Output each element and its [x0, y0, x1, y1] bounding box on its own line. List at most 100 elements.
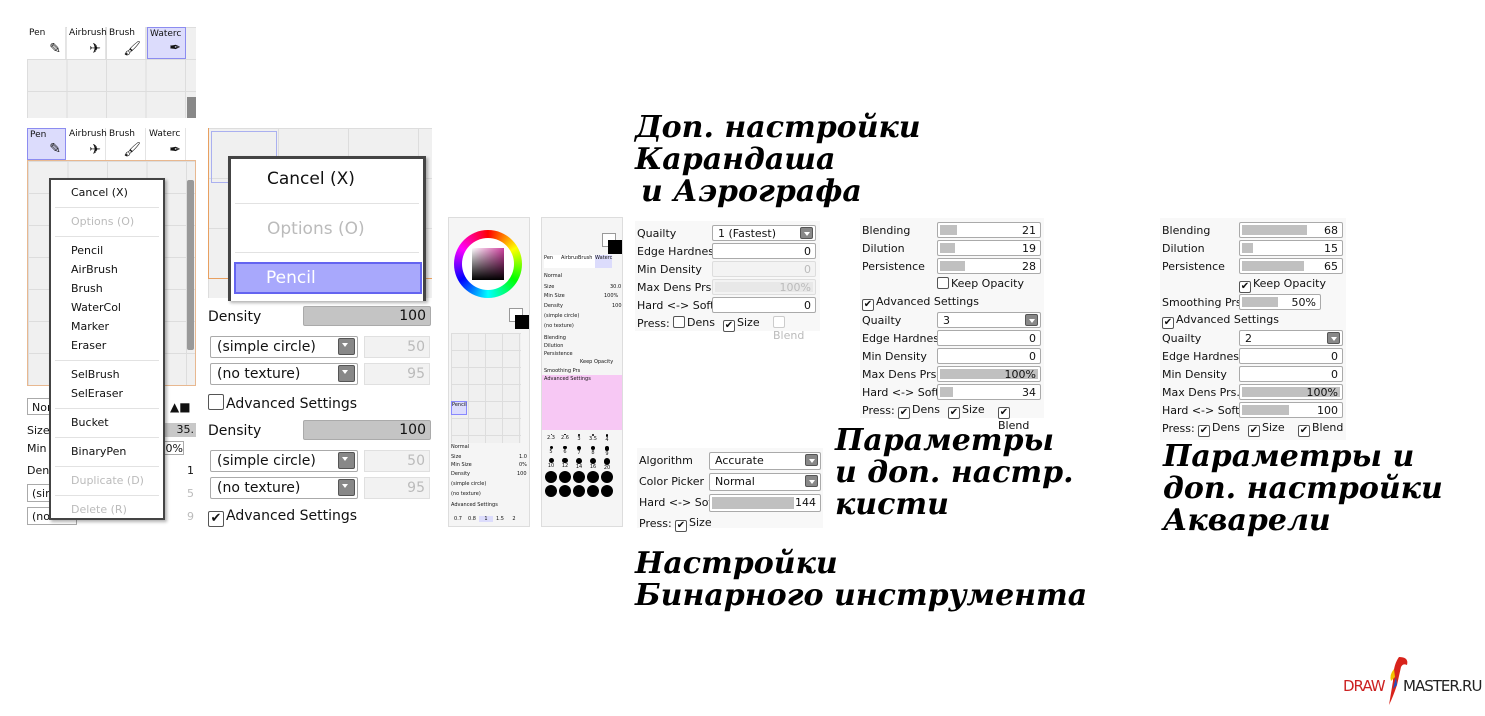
menu-item-marker[interactable]: Marker — [71, 320, 109, 333]
menu-item-pencil[interactable]: Pencil — [71, 244, 103, 257]
tool-airbrush[interactable]: Airbrush ✈ — [67, 128, 107, 160]
checkbox[interactable]: ✔ — [862, 299, 874, 311]
edge-hardness-slider[interactable]: 0 — [1239, 348, 1343, 364]
checkbox[interactable]: ✔ — [1162, 317, 1174, 329]
quailty-select[interactable]: 1 (Fastest) — [712, 225, 816, 241]
max-dens-prs-slider[interactable]: 100% — [1239, 384, 1343, 400]
dropdown-arrow-icon[interactable] — [805, 475, 818, 487]
dilution-slider[interactable]: 19 — [937, 240, 1041, 256]
thumb2-tool[interactable]: Waterc — [595, 255, 612, 268]
shape-value-field[interactable]: 50 — [364, 336, 430, 358]
tool-pen[interactable]: Pen ✎ — [27, 27, 66, 59]
dropdown-arrow-icon[interactable] — [800, 227, 813, 239]
menu-item-airbrush[interactable]: AirBrush — [71, 263, 118, 276]
thumb2-tool[interactable]: Brush — [578, 255, 595, 268]
texture-value[interactable]: 9 — [187, 510, 194, 523]
quailty-select[interactable]: 2 — [1239, 330, 1343, 346]
checkbox[interactable]: ✔ — [1248, 425, 1260, 437]
scrollbar[interactable] — [187, 180, 194, 350]
brush-size-cell[interactable]: 16 — [586, 457, 600, 470]
tool-pen[interactable]: Pen ✎ — [27, 128, 66, 160]
tool-airbrush[interactable]: Airbrush ✈ — [67, 27, 107, 59]
density-slider[interactable]: 100 — [303, 420, 431, 440]
smoothing-prs-slider[interactable]: 50% — [1239, 294, 1321, 310]
brush-size-cell[interactable]: 0.7 — [451, 516, 465, 522]
brush-size-cell[interactable]: 10 — [544, 457, 558, 469]
keep-opacity-checkbox[interactable]: Keep Opacity — [937, 277, 1024, 290]
brush-size-cell[interactable]: 5 — [544, 445, 558, 457]
press-size-checkbox[interactable]: ✔ Size — [1248, 421, 1285, 437]
menu-item-watercol[interactable]: WaterCol — [71, 301, 121, 314]
min-density-slider[interactable]: 0 — [1239, 366, 1343, 382]
density-value[interactable]: 1 — [187, 464, 194, 477]
checkbox[interactable]: ✔ — [998, 407, 1010, 419]
persistence-slider[interactable]: 28 — [937, 258, 1041, 274]
color-picker-select[interactable]: Normal — [709, 473, 821, 491]
brush-size-cell[interactable]: 12 — [558, 457, 572, 469]
blending-slider[interactable]: 68 — [1239, 222, 1343, 238]
checkbox[interactable]: ✔ — [1239, 281, 1251, 293]
brush-size-cell[interactable]: 4 — [600, 433, 614, 445]
press-dens-checkbox[interactable]: ✔ Dens — [898, 403, 940, 419]
brush-size-cell[interactable]: 20 — [600, 457, 614, 471]
checkbox[interactable] — [937, 277, 949, 289]
shape-select[interactable]: (simple circle) — [210, 336, 358, 358]
checkbox[interactable] — [673, 316, 685, 328]
dropdown-arrow-icon[interactable] — [1327, 332, 1340, 344]
algorithm-select[interactable]: Accurate — [709, 452, 821, 470]
texture-select[interactable]: (no texture) — [210, 363, 358, 385]
thumb2-mode[interactable]: Normal — [544, 273, 562, 279]
menu-item-bucket[interactable]: Bucket — [71, 416, 109, 429]
quailty-select[interactable]: 3 — [937, 312, 1041, 328]
max-dens-prs-slider[interactable]: 100% — [937, 366, 1041, 382]
dropdown-arrow-icon[interactable] — [1025, 314, 1038, 326]
tool-waterc[interactable]: Waterc ✒ — [147, 27, 186, 59]
drawmaster-logo[interactable]: DRAW MASTER.RU — [1343, 655, 1482, 710]
tool-brush[interactable]: Brush 🖌 — [107, 27, 146, 59]
hard-soft-slider[interactable]: 100 — [1239, 402, 1343, 418]
brush-size-cell[interactable]: 7 — [572, 445, 586, 457]
menu-item-brush[interactable]: Brush — [71, 282, 103, 295]
saturation-square[interactable] — [472, 248, 504, 280]
checkbox[interactable]: ✔ — [1198, 425, 1210, 437]
size-value[interactable]: 35. — [164, 423, 196, 437]
shape-select[interactable]: (simple circle) — [210, 450, 358, 472]
brush-size-cell[interactable]: 1.5 — [493, 516, 507, 522]
brush-size-cell[interactable]: 3.5 — [586, 433, 600, 445]
brush-size-cell[interactable]: 2.3 — [544, 433, 558, 445]
brush-size-cell[interactable]: 2.6 — [558, 433, 572, 445]
brush-size-cell[interactable]: 6 — [558, 445, 572, 457]
dropdown-arrow-icon[interactable] — [338, 479, 355, 496]
dropdown-arrow-icon[interactable] — [338, 365, 355, 382]
brush-size-cell[interactable]: 0.8 — [465, 516, 479, 522]
press-blend-checkbox[interactable]: ✔Blend — [1298, 421, 1343, 437]
texture-value-field[interactable]: 95 — [364, 363, 430, 385]
checkbox[interactable]: ✔ — [723, 320, 735, 332]
texture-select[interactable]: (no texture) — [210, 477, 358, 499]
menu-item-selbrush[interactable]: SelBrush — [71, 368, 120, 381]
advanced-settings-checkbox[interactable]: Advanced Settings — [208, 394, 357, 412]
tool-waterc[interactable]: Waterc ✒ — [147, 128, 186, 160]
press-blend-checkbox[interactable]: ✔Blend — [998, 403, 1042, 432]
brush-size-cell[interactable]: 14 — [572, 457, 586, 470]
press-dens-checkbox[interactable]: Dens — [673, 316, 715, 329]
thumb2-tool[interactable]: Airbrush — [561, 255, 582, 268]
persistence-slider[interactable]: 65 — [1239, 258, 1343, 274]
density-slider[interactable]: 100 — [303, 306, 431, 326]
checkbox[interactable]: ✔ — [1298, 425, 1310, 437]
menu-item-binarypen[interactable]: BinaryPen — [71, 445, 126, 458]
texture-value-field[interactable]: 95 — [364, 477, 430, 499]
thumb-pencil-tool[interactable]: Pencil — [451, 401, 467, 415]
thumb2-tool[interactable]: Pen — [544, 255, 561, 268]
edge-hardness-slider[interactable]: 0 — [937, 330, 1041, 346]
menu-item-seleraser[interactable]: SelEraser — [71, 387, 123, 400]
checkbox[interactable] — [208, 394, 224, 410]
brush-size-cell[interactable]: 8 — [586, 445, 600, 457]
menu-item-cancel[interactable]: Cancel (X) — [71, 186, 128, 199]
menu-item-cancel[interactable]: Cancel (X) — [267, 169, 355, 189]
press-size-checkbox[interactable]: ✔ Size — [675, 516, 712, 532]
thumb-mode[interactable]: Normal — [451, 444, 469, 450]
press-dens-checkbox[interactable]: ✔ Dens — [1198, 421, 1240, 437]
dilution-slider[interactable]: 15 — [1239, 240, 1343, 256]
dropdown-arrow-icon[interactable] — [338, 338, 355, 355]
